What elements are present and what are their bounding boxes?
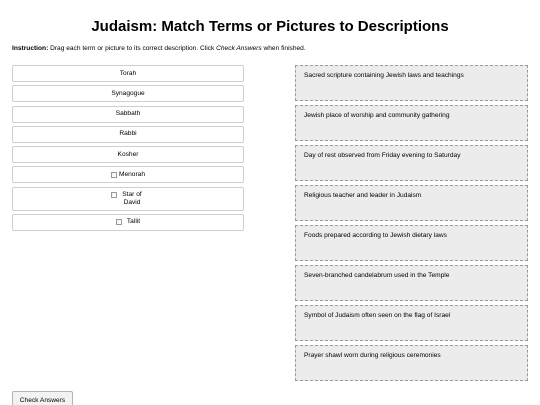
instruction-emphasis: Check Answers [216, 45, 262, 52]
term-label: Rabbi [119, 130, 137, 138]
description-text: Symbol of Judaism often seen on the flag… [304, 312, 451, 319]
drop-zone-description[interactable]: Sacred scripture containing Jewish laws … [295, 65, 528, 101]
description-text: Prayer shawl worn during religious cerem… [304, 352, 441, 359]
picture-alt-text: Menorah [118, 170, 146, 178]
drop-zone-description[interactable]: Symbol of Judaism often seen on the flag… [295, 305, 528, 341]
matching-activity-page: Judaism: Match Terms or Pictures to Desc… [0, 0, 540, 405]
drop-zone-description[interactable]: Foods prepared according to Jewish dieta… [295, 225, 528, 261]
page-title: Judaism: Match Terms or Pictures to Desc… [91, 18, 449, 35]
term-synagogue[interactable]: Synagogue [12, 85, 244, 103]
term-rabbi[interactable]: Rabbi [12, 125, 244, 143]
description-text: Religious teacher and leader in Judaism [304, 192, 422, 199]
term-label: Kosher [117, 150, 139, 158]
description-text: Sacred scripture containing Jewish laws … [304, 72, 464, 79]
picture-alt-text: Star of David [122, 190, 142, 206]
drop-zone-description[interactable]: Jewish place of worship and community ga… [295, 105, 528, 141]
term-sabbath[interactable]: Sabbath [12, 105, 244, 123]
term-label: Torah [119, 69, 137, 77]
terms-list: Torah Synagogue Sabbath Rabbi Kosher Men… [12, 65, 244, 234]
term-torah[interactable]: Torah [12, 65, 244, 82]
term-menorah-picture[interactable]: Menorah [12, 166, 244, 184]
description-text: Jewish place of worship and community ga… [304, 112, 450, 119]
drop-zone-description[interactable]: Seven-branched candelabrum used in the T… [295, 265, 528, 301]
descriptions-list: Sacred scripture containing Jewish laws … [295, 65, 528, 385]
instruction-text: Instruction: Drag each term or picture t… [12, 44, 306, 53]
term-star-of-david-picture[interactable]: Star of David [12, 186, 244, 211]
drop-zone-description[interactable]: Religious teacher and leader in Judaism [295, 185, 528, 221]
picture-alt-text: Tallit [126, 218, 141, 226]
instruction-body-start: Drag each term or picture to its correct… [48, 45, 217, 52]
instruction-body-end: when finished. [261, 45, 306, 52]
term-label: Sabbath [115, 110, 141, 118]
drop-zone-description[interactable]: Prayer shawl worn during religious cerem… [295, 345, 528, 381]
broken-image-icon [111, 191, 117, 198]
term-kosher[interactable]: Kosher [12, 146, 244, 164]
broken-image-icon [115, 219, 122, 226]
description-text: Day of rest observed from Friday evening… [304, 152, 461, 159]
term-label: Synagogue [111, 89, 145, 97]
broken-image-icon [110, 171, 117, 178]
description-text: Seven-branched candelabrum used in the T… [304, 272, 450, 279]
term-tallit-picture[interactable]: Tallit [12, 214, 244, 232]
instruction-lead: Instruction: [12, 45, 49, 52]
description-text: Foods prepared according to Jewish dieta… [304, 232, 447, 239]
check-answers-button[interactable]: Check Answers [12, 391, 73, 405]
drop-zone-description[interactable]: Day of rest observed from Friday evening… [295, 145, 528, 181]
